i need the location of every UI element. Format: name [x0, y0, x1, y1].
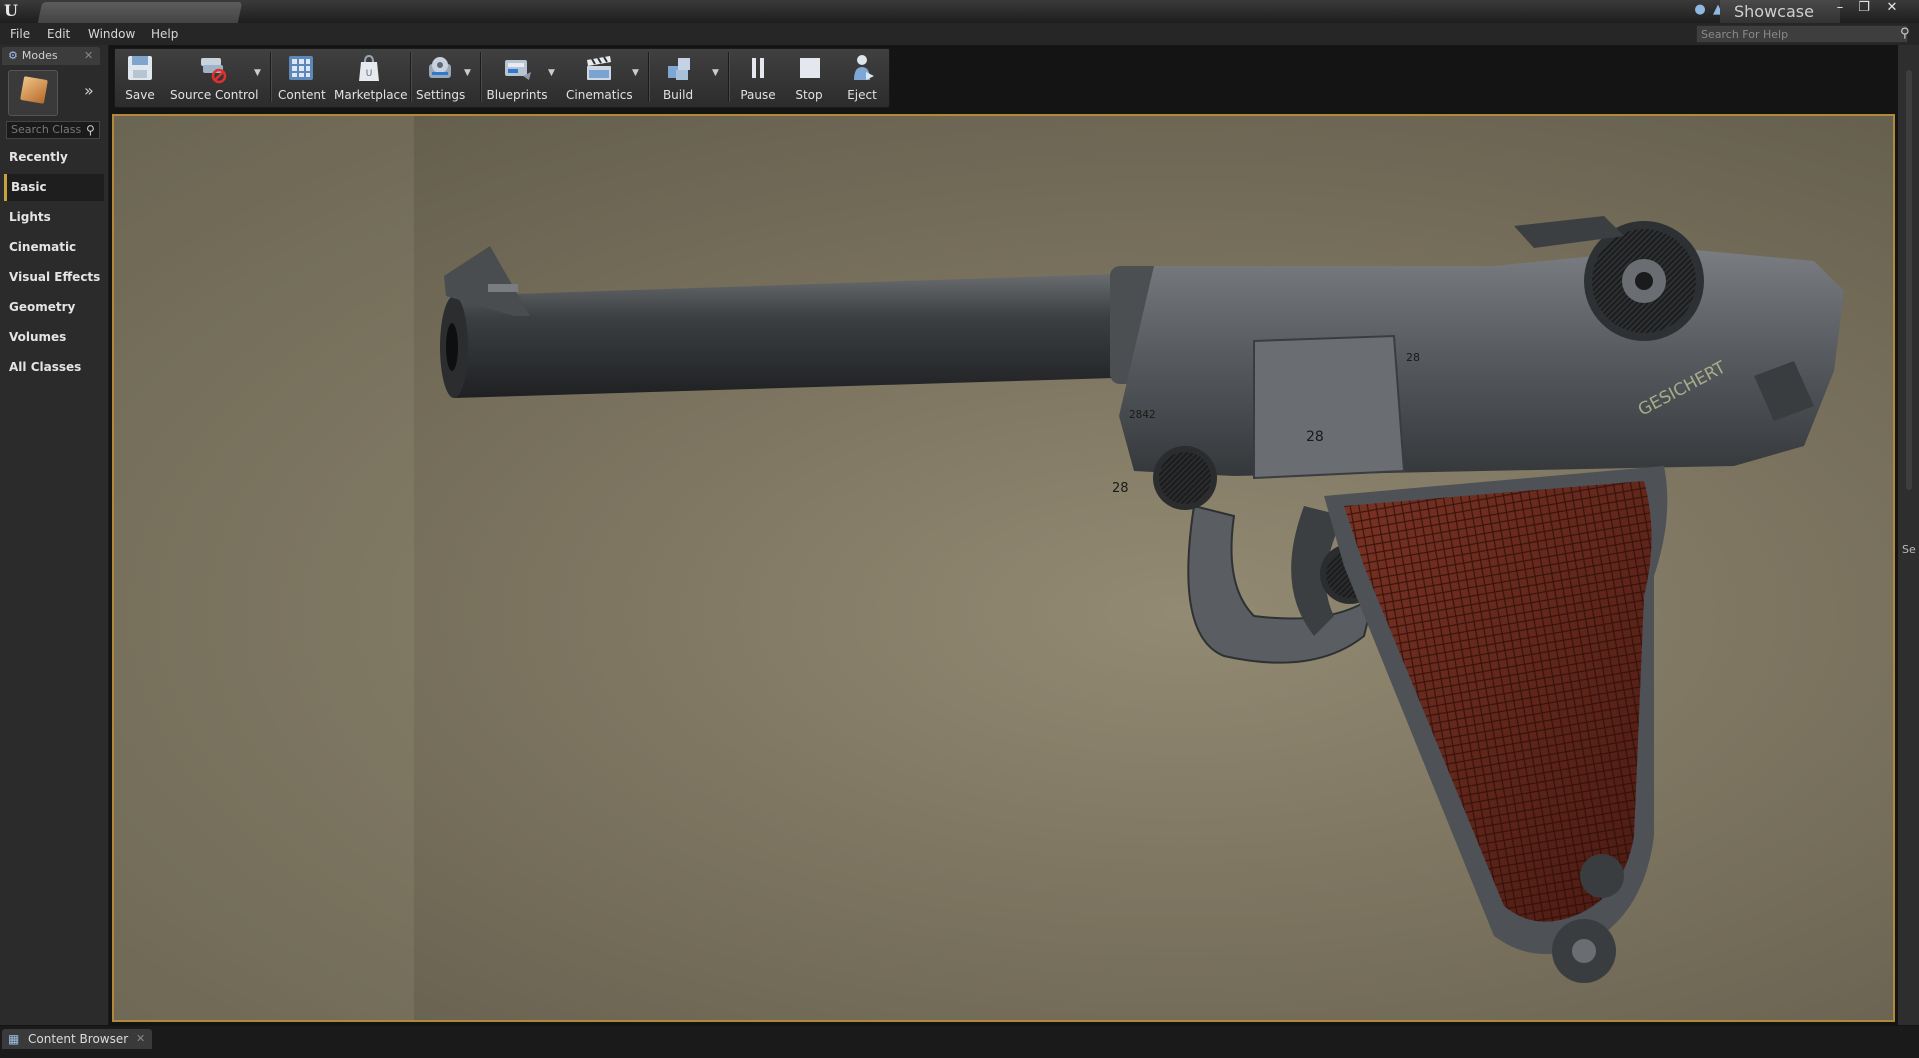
- menu-help[interactable]: Help: [151, 26, 178, 42]
- stop-label: Stop: [795, 88, 823, 102]
- source-control-icon: [201, 58, 227, 84]
- minimize-window-icon[interactable]: –: [1827, 0, 1853, 17]
- settings-dropdown-icon[interactable]: ▼: [464, 68, 474, 78]
- category-visual-effects[interactable]: Visual Effects: [4, 264, 104, 291]
- eject-label: Eject: [847, 88, 877, 102]
- eject-button[interactable]: Eject: [840, 50, 884, 104]
- content-button[interactable]: Content: [278, 50, 326, 104]
- settings-gear-icon: [429, 57, 451, 78]
- stop-button[interactable]: Stop: [788, 50, 830, 104]
- marketplace-button[interactable]: U Marketplace: [334, 50, 408, 104]
- close-icon[interactable]: ✕: [84, 48, 96, 64]
- title-bar: [0, 0, 1919, 23]
- place-cube-icon: [20, 76, 48, 104]
- close-icon[interactable]: ✕: [136, 1031, 148, 1047]
- stop-icon: [800, 58, 820, 78]
- sear-stamp: 28: [1112, 481, 1129, 496]
- content-browser-icon: ▦: [8, 1032, 20, 1046]
- cinematics-button[interactable]: Cinematics: [566, 50, 633, 104]
- marketplace-bag-icon: U: [359, 54, 379, 81]
- toolbar-separator: [480, 52, 482, 102]
- close-window-icon[interactable]: ✕: [1879, 0, 1905, 17]
- search-icon[interactable]: ⚲: [86, 122, 100, 138]
- modes-icon: ⚙: [8, 49, 18, 62]
- feedback-bubble-icon[interactable]: ●: [1692, 3, 1708, 17]
- modes-tab-label: Modes: [21, 49, 58, 62]
- category-cinematic[interactable]: Cinematic: [4, 234, 104, 261]
- level-viewport[interactable]: GESICHERT 2842 28 28 28: [112, 114, 1895, 1022]
- marketplace-label: Marketplace: [334, 88, 408, 102]
- build-button[interactable]: Build: [654, 50, 702, 104]
- source-control-label: Source Control: [170, 88, 259, 102]
- menu-edit[interactable]: Edit: [47, 26, 70, 42]
- pause-label: Pause: [740, 88, 776, 102]
- settings-button[interactable]: Settings: [416, 50, 466, 104]
- right-panel-truncated-label: Se: [1902, 543, 1916, 556]
- build-dropdown-icon[interactable]: ▼: [712, 68, 722, 78]
- chevron-double-right-icon[interactable]: »: [84, 82, 102, 100]
- toolbar-separator: [728, 52, 730, 102]
- save-label: Save: [125, 88, 155, 102]
- build-cubes-icon: [668, 58, 690, 80]
- menu-window[interactable]: Window: [88, 26, 135, 42]
- save-button[interactable]: Save: [120, 50, 160, 104]
- toolbar-separator: [270, 52, 272, 102]
- source-control-button[interactable]: Source Control: [170, 50, 259, 104]
- cinematics-dropdown-icon[interactable]: ▼: [632, 68, 642, 78]
- source-control-dropdown-icon[interactable]: ▼: [254, 68, 264, 78]
- content-grid-icon: [289, 56, 313, 80]
- clapperboard-icon: [587, 56, 611, 80]
- build-label: Build: [662, 88, 694, 102]
- right-panel-scrollbar[interactable]: [1906, 70, 1912, 490]
- save-icon: [128, 56, 152, 80]
- settings-label: Settings: [416, 88, 466, 102]
- pistol-render: GESICHERT 2842 28 28 28: [114, 116, 1844, 1020]
- search-icon[interactable]: ⚲: [1900, 26, 1916, 42]
- unreal-logo-icon: U: [4, 1, 18, 20]
- menu-bar: [0, 23, 1919, 45]
- pause-button[interactable]: Pause: [736, 50, 780, 104]
- category-recently-placed[interactable]: Recently Placed: [4, 144, 104, 191]
- project-name-badge: Showcase: [1720, 0, 1840, 23]
- category-basic[interactable]: Basic: [4, 174, 104, 201]
- toggle-stamp: 28: [1406, 351, 1420, 364]
- restore-window-icon[interactable]: ❐: [1851, 0, 1877, 17]
- content-label: Content: [278, 88, 326, 102]
- content-browser-tab-label: Content Browser: [28, 1032, 129, 1046]
- frame-stamp: 28: [1306, 429, 1324, 445]
- svg-text:U: U: [366, 69, 373, 79]
- category-volumes[interactable]: Volumes: [4, 324, 104, 351]
- serial-stamp: 2842: [1129, 408, 1156, 421]
- eject-icon: [854, 55, 874, 80]
- blueprints-button[interactable]: Blueprints: [486, 50, 548, 104]
- toolbar-separator: [648, 52, 650, 102]
- help-search-input[interactable]: Search For Help: [1696, 25, 1908, 43]
- pause-icon: [752, 58, 764, 78]
- bottom-tab-bar: [0, 1026, 1919, 1058]
- category-all-classes[interactable]: All Classes: [4, 354, 104, 381]
- menu-file[interactable]: File: [10, 26, 30, 42]
- level-document-tab[interactable]: [37, 2, 243, 23]
- blueprints-icon: [505, 60, 531, 80]
- toolbar-separator: [410, 52, 412, 102]
- blueprints-label: Blueprints: [486, 88, 548, 102]
- blueprints-dropdown-icon[interactable]: ▼: [548, 68, 558, 78]
- category-lights[interactable]: Lights: [4, 204, 104, 231]
- cinematics-label: Cinematics: [566, 88, 633, 102]
- category-geometry[interactable]: Geometry: [4, 294, 104, 321]
